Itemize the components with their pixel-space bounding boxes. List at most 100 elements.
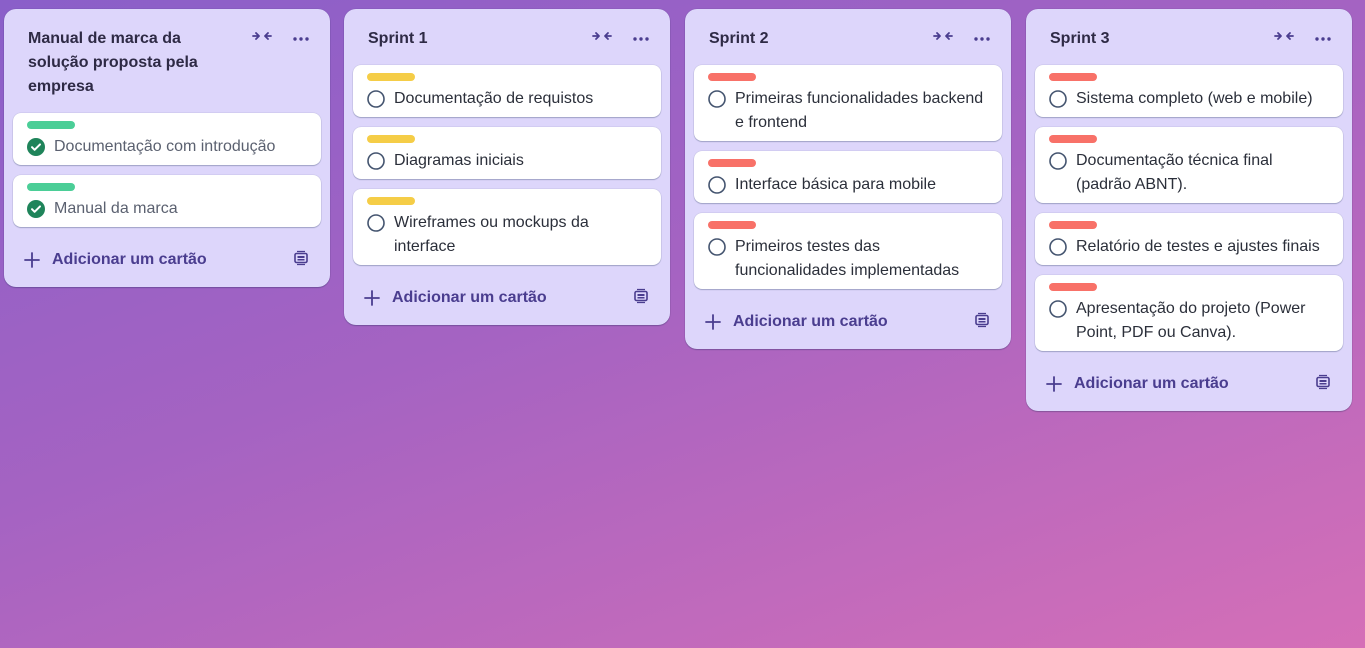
plus-icon <box>704 313 722 331</box>
card-list: Sistema completo (web e mobile) Document… <box>1026 65 1352 351</box>
card-title: Relatório de testes e ajustes finais <box>1076 238 1320 255</box>
card-list: Documentação de requistos Diagramas inic… <box>344 65 670 265</box>
card[interactable]: Wireframes ou mockups da interface <box>353 189 661 265</box>
label-red[interactable] <box>1049 283 1097 291</box>
card-template-icon <box>293 250 309 271</box>
circle-outline-icon[interactable] <box>367 152 385 170</box>
card[interactable]: Diagramas iniciais <box>353 127 661 179</box>
card-title: Manual da marca <box>54 200 178 217</box>
more-icon <box>973 29 991 47</box>
circle-outline-icon[interactable] <box>708 90 726 108</box>
list-menu-button[interactable] <box>1309 26 1337 50</box>
collapse-icon <box>592 29 612 48</box>
create-from-template-button[interactable] <box>973 312 991 333</box>
list-manual-de-marca: Manual de marca da solução proposta pela… <box>4 9 330 287</box>
add-card-button[interactable]: Adicionar um cartão <box>1045 375 1229 393</box>
label-red[interactable] <box>1049 135 1097 143</box>
card[interactable]: Documentação com introdução <box>13 113 321 165</box>
list-menu-button[interactable] <box>627 26 655 50</box>
card-template-icon <box>633 288 649 309</box>
card-body: Apresentação do projeto (Power Point, PD… <box>1049 297 1329 345</box>
add-card-label: Adicionar um cartão <box>392 289 547 306</box>
card-template-icon <box>974 312 990 333</box>
card-list: Documentação com introdução Manual da ma… <box>4 113 330 227</box>
card[interactable]: Sistema completo (web e mobile) <box>1035 65 1343 117</box>
card-title: Documentação com introdução <box>54 138 276 155</box>
add-card-label: Adicionar um cartão <box>52 251 207 268</box>
card-title: Sistema completo (web e mobile) <box>1076 90 1313 107</box>
card[interactable]: Apresentação do projeto (Power Point, PD… <box>1035 275 1343 351</box>
add-card-button[interactable]: Adicionar um cartão <box>23 251 207 269</box>
card[interactable]: Primeiros testes das funcionalidades imp… <box>694 213 1002 289</box>
card-title: Primeiras funcionalidades backend e fron… <box>735 90 984 131</box>
collapse-list-button[interactable] <box>248 26 276 50</box>
list-header: Sprint 2 <box>685 9 1011 65</box>
list-title[interactable]: Manual de marca da solução proposta pela… <box>28 27 240 99</box>
circle-outline-icon[interactable] <box>708 176 726 194</box>
card-body: Manual da marca <box>27 197 307 221</box>
create-from-template-button[interactable] <box>632 288 650 309</box>
list-sprint-1: Sprint 1 Documentação de requistos Diagr… <box>344 9 670 325</box>
circle-outline-icon[interactable] <box>367 90 385 108</box>
check-circle-icon[interactable] <box>27 200 45 218</box>
list-title[interactable]: Sprint 2 <box>709 27 921 51</box>
card[interactable]: Primeiras funcionalidades backend e fron… <box>694 65 1002 141</box>
collapse-icon <box>1274 29 1294 48</box>
card-body: Wireframes ou mockups da interface <box>367 211 647 259</box>
more-icon <box>632 29 650 47</box>
create-from-template-button[interactable] <box>1314 374 1332 393</box>
add-card-button[interactable]: Adicionar um cartão <box>704 313 888 331</box>
collapse-list-button[interactable] <box>929 26 957 50</box>
label-yellow[interactable] <box>367 135 415 143</box>
list-menu-button[interactable] <box>968 26 996 50</box>
card[interactable]: Interface básica para mobile <box>694 151 1002 203</box>
card-title: Documentação técnica final (padrão ABNT)… <box>1076 152 1273 193</box>
circle-outline-icon[interactable] <box>1049 90 1067 108</box>
label-red[interactable] <box>1049 73 1097 81</box>
card[interactable]: Documentação de requistos <box>353 65 661 117</box>
card-body: Sistema completo (web e mobile) <box>1049 87 1329 111</box>
list-title[interactable]: Sprint 1 <box>368 27 580 51</box>
label-yellow[interactable] <box>367 197 415 205</box>
add-card-button[interactable]: Adicionar um cartão <box>363 289 547 307</box>
plus-icon <box>23 251 41 269</box>
card-title: Interface básica para mobile <box>735 176 936 193</box>
label-yellow[interactable] <box>367 73 415 81</box>
card-body: Interface básica para mobile <box>708 173 988 197</box>
card[interactable]: Manual da marca <box>13 175 321 227</box>
list-menu-button[interactable] <box>287 26 315 50</box>
collapse-list-button[interactable] <box>588 26 616 50</box>
add-card-label: Adicionar um cartão <box>733 313 888 330</box>
card-body: Primeiras funcionalidades backend e fron… <box>708 87 988 135</box>
list-header: Sprint 1 <box>344 9 670 65</box>
circle-outline-icon[interactable] <box>708 238 726 256</box>
label-green[interactable] <box>27 121 75 129</box>
card-body: Documentação técnica final (padrão ABNT)… <box>1049 149 1329 197</box>
list-footer: Adicionar um cartão <box>4 235 330 285</box>
collapse-icon <box>252 29 272 48</box>
collapse-list-button[interactable] <box>1270 26 1298 50</box>
card-body: Documentação com introdução <box>27 135 307 159</box>
label-red[interactable] <box>708 73 756 81</box>
circle-outline-icon[interactable] <box>1049 238 1067 256</box>
list-title[interactable]: Sprint 3 <box>1050 27 1262 51</box>
label-red[interactable] <box>708 159 756 167</box>
card[interactable]: Documentação técnica final (padrão ABNT)… <box>1035 127 1343 203</box>
card-body: Relatório de testes e ajustes finais <box>1049 235 1329 259</box>
label-red[interactable] <box>708 221 756 229</box>
list-sprint-2: Sprint 2 Primeiras funcionalidades backe… <box>685 9 1011 349</box>
check-circle-icon[interactable] <box>27 138 45 156</box>
list-header: Manual de marca da solução proposta pela… <box>4 9 330 113</box>
more-icon <box>1314 29 1332 47</box>
circle-outline-icon[interactable] <box>1049 300 1067 318</box>
list-footer: Adicionar um cartão <box>344 273 670 323</box>
circle-outline-icon[interactable] <box>1049 152 1067 170</box>
circle-outline-icon[interactable] <box>367 214 385 232</box>
label-red[interactable] <box>1049 221 1097 229</box>
label-green[interactable] <box>27 183 75 191</box>
collapse-icon <box>933 29 953 48</box>
card[interactable]: Relatório de testes e ajustes finais <box>1035 213 1343 265</box>
list-footer: Adicionar um cartão <box>1026 359 1352 409</box>
create-from-template-button[interactable] <box>292 250 310 271</box>
board: Manual de marca da solução proposta pela… <box>0 0 1365 648</box>
